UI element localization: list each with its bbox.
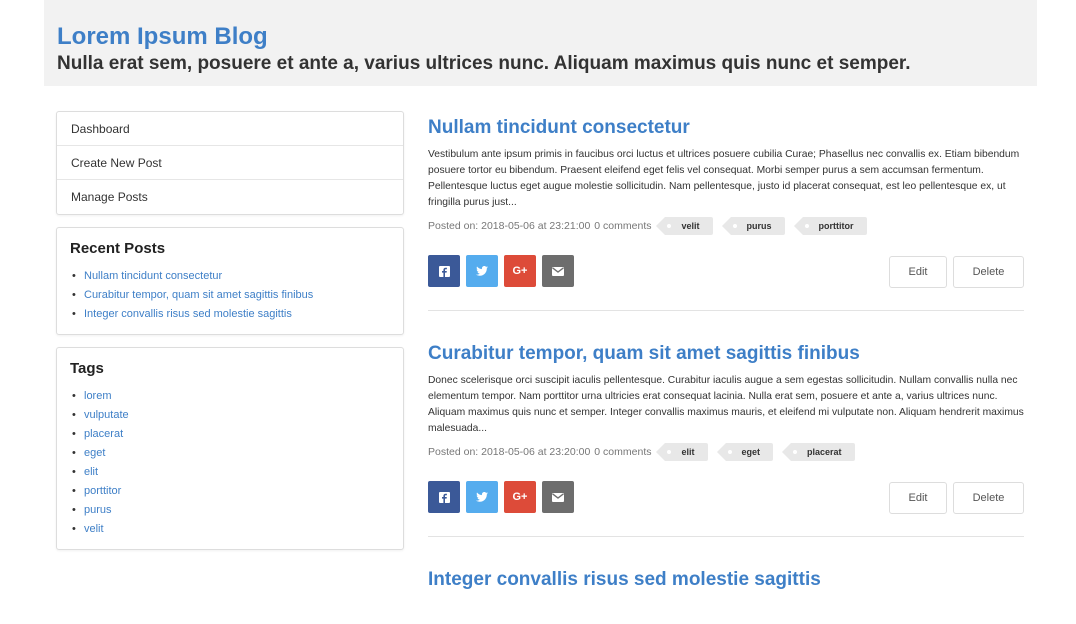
menu-item-manage-posts[interactable]: Manage Posts <box>57 180 403 214</box>
list-item: placerat <box>70 425 390 444</box>
envelope-icon <box>552 266 564 276</box>
delete-button[interactable]: Delete <box>953 482 1024 514</box>
tags-list: lorem vulputate placerat eget elit portt… <box>70 387 390 539</box>
list-item: porttitor <box>70 482 390 501</box>
sidebar: Dashboard Create New Post Manage Posts R… <box>56 111 404 550</box>
edit-button[interactable]: Edit <box>889 482 947 514</box>
list-item: Nullam tincidunt consectetur <box>70 267 390 286</box>
post-divider <box>428 536 1024 537</box>
post: Integer convallis risus sed molestie sag… <box>428 568 1024 592</box>
recent-post-link[interactable]: Integer convallis risus sed molestie sag… <box>84 308 292 320</box>
post-tag[interactable]: purus <box>721 217 785 235</box>
tag-link[interactable]: purus <box>84 504 112 516</box>
twitter-icon <box>476 266 488 276</box>
tags-heading: Tags <box>70 360 104 377</box>
tag-link[interactable]: porttitor <box>84 485 121 497</box>
post-title[interactable]: Curabitur tempor, quam sit amet sagittis… <box>428 342 1024 366</box>
post-title[interactable]: Integer convallis risus sed molestie sag… <box>428 568 1024 592</box>
blog-title[interactable]: Lorem Ipsum Blog <box>57 22 1037 52</box>
blog-subtitle: Nulla erat sem, posuere et ante a, variu… <box>57 53 911 74</box>
post-tag[interactable]: eget <box>716 443 774 461</box>
post-excerpt: Donec scelerisque orci suscipit iaculis … <box>428 375 1024 434</box>
post-tag[interactable]: velit <box>656 217 713 235</box>
post-date: Posted on: 2018-05-06 at 23:21:00 <box>428 220 591 232</box>
post-tag[interactable]: placerat <box>782 443 855 461</box>
list-item: velit <box>70 520 390 539</box>
post-edit-buttons: Edit Delete <box>889 256 1024 288</box>
delete-button[interactable]: Delete <box>953 256 1024 288</box>
tag-link[interactable]: lorem <box>84 390 112 402</box>
post: Curabitur tempor, quam sit amet sagittis… <box>428 342 1024 537</box>
google-plus-icon: G+ <box>512 491 528 503</box>
recent-post-link[interactable]: Curabitur tempor, quam sit amet sagittis… <box>84 289 313 301</box>
tags-box: Tags lorem vulputate placerat eget elit … <box>56 347 404 550</box>
post-actions: G+ Edit Delete <box>428 255 1024 288</box>
google-plus-icon: G+ <box>512 265 528 277</box>
post-comments[interactable]: 0 comments <box>594 446 651 458</box>
admin-menu: Dashboard Create New Post Manage Posts <box>56 111 404 215</box>
blog-header: Lorem Ipsum Blog Nulla erat sem, posuere… <box>44 0 1037 86</box>
share-buttons: G+ <box>428 481 574 513</box>
post-date: Posted on: 2018-05-06 at 23:20:00 <box>428 446 591 458</box>
post-title[interactable]: Nullam tincidunt consectetur <box>428 116 1024 140</box>
twitter-share-button[interactable] <box>466 481 498 513</box>
recent-post-link[interactable]: Nullam tincidunt consectetur <box>84 270 222 282</box>
facebook-share-button[interactable] <box>428 255 460 287</box>
edit-button[interactable]: Edit <box>889 256 947 288</box>
post-list: Nullam tincidunt consectetur Vestibulum … <box>428 116 1024 592</box>
list-item: eget <box>70 444 390 463</box>
post-divider <box>428 310 1024 311</box>
menu-item-create-new-post[interactable]: Create New Post <box>57 146 403 180</box>
recent-posts-list: Nullam tincidunt consectetur Curabitur t… <box>70 267 390 324</box>
post-meta: Posted on: 2018-05-06 at 23:20:00 0 comm… <box>428 442 1024 462</box>
google-plus-share-button[interactable]: G+ <box>504 255 536 287</box>
list-item: Curabitur tempor, quam sit amet sagittis… <box>70 286 390 305</box>
twitter-share-button[interactable] <box>466 255 498 287</box>
list-item: vulputate <box>70 406 390 425</box>
post-tag[interactable]: porttitor <box>793 217 867 235</box>
recent-posts-box: Recent Posts Nullam tincidunt consectetu… <box>56 227 404 335</box>
list-item: Integer convallis risus sed molestie sag… <box>70 305 390 324</box>
tag-link[interactable]: velit <box>84 523 104 535</box>
post: Nullam tincidunt consectetur Vestibulum … <box>428 116 1024 311</box>
envelope-icon <box>552 492 564 502</box>
post-actions: G+ Edit Delete <box>428 481 1024 514</box>
facebook-share-button[interactable] <box>428 481 460 513</box>
menu-item-dashboard[interactable]: Dashboard <box>57 112 403 146</box>
twitter-icon <box>476 492 488 502</box>
facebook-icon <box>438 491 450 503</box>
email-share-button[interactable] <box>542 255 574 287</box>
list-item: elit <box>70 463 390 482</box>
post-tag[interactable]: elit <box>656 443 708 461</box>
tag-link[interactable]: elit <box>84 466 98 478</box>
tag-link[interactable]: vulputate <box>84 409 129 421</box>
post-meta: Posted on: 2018-05-06 at 23:21:00 0 comm… <box>428 216 1024 236</box>
post-excerpt: Vestibulum ante ipsum primis in faucibus… <box>428 149 1020 208</box>
tag-link[interactable]: placerat <box>84 428 123 440</box>
tag-link[interactable]: eget <box>84 447 105 459</box>
recent-posts-heading: Recent Posts <box>70 240 166 257</box>
list-item: lorem <box>70 387 390 406</box>
email-share-button[interactable] <box>542 481 574 513</box>
list-item: purus <box>70 501 390 520</box>
post-edit-buttons: Edit Delete <box>889 482 1024 514</box>
share-buttons: G+ <box>428 255 574 287</box>
post-comments[interactable]: 0 comments <box>594 220 651 232</box>
google-plus-share-button[interactable]: G+ <box>504 481 536 513</box>
facebook-icon <box>438 265 450 277</box>
